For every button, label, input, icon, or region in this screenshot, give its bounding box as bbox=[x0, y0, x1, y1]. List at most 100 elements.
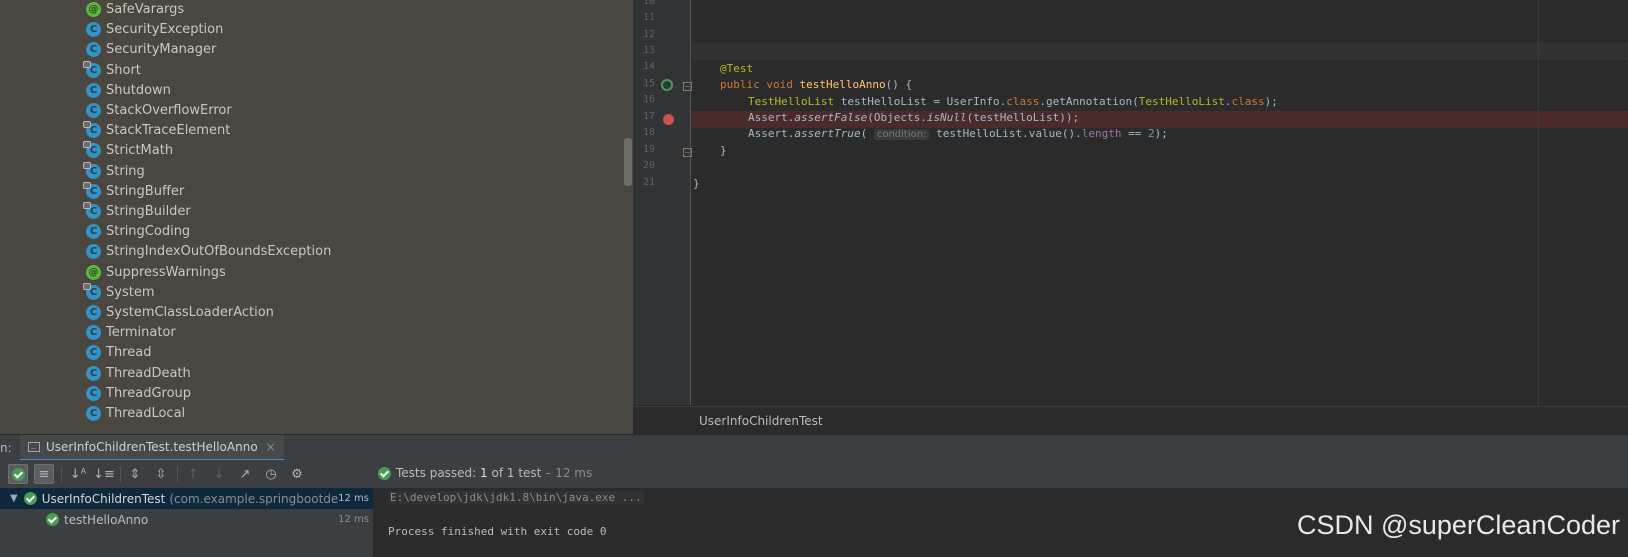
right-margin-guide bbox=[1538, 0, 1539, 410]
lock-icon bbox=[83, 282, 91, 290]
class-icon: C bbox=[83, 181, 101, 199]
fold-icon[interactable]: − bbox=[683, 148, 692, 157]
settings-button[interactable]: ⚙ bbox=[287, 464, 307, 484]
class-icon: C bbox=[86, 244, 101, 260]
show-ignored-button[interactable]: ≡ bbox=[34, 464, 54, 484]
parameter-hint: condition: bbox=[873, 129, 930, 140]
run-config-tab[interactable]: UserInfoChildrenTest.testHelloAnno × bbox=[20, 435, 284, 461]
tree-item[interactable]: C System bbox=[83, 282, 155, 303]
tree-item[interactable]: C StringCoding bbox=[86, 221, 190, 242]
test-suite-row[interactable]: ▼ UserInfoChildrenTest (com.example.spri… bbox=[0, 488, 373, 509]
check-icon bbox=[11, 467, 25, 481]
tree-item[interactable]: C StackTraceElement bbox=[83, 120, 231, 141]
tree-item[interactable]: C Short bbox=[83, 60, 141, 81]
test-suite-label: UserInfoChildrenTest bbox=[41, 491, 166, 506]
next-failed-button[interactable]: ↓ bbox=[209, 464, 229, 484]
tree-item-label: ThreadGroup bbox=[106, 385, 192, 401]
line-number: 19 bbox=[642, 144, 655, 155]
close-icon[interactable]: × bbox=[266, 440, 276, 454]
class-icon: C bbox=[83, 161, 101, 179]
tree-item[interactable]: C SecurityException bbox=[86, 19, 223, 40]
line-number: 17 bbox=[642, 111, 655, 122]
gear-icon: ⚙ bbox=[291, 466, 303, 482]
breadcrumb-class[interactable]: UserInfoChildrenTest bbox=[699, 414, 823, 428]
collapse-all-button[interactable]: ⇳ bbox=[151, 464, 171, 484]
expand-triangle-icon[interactable]: ▼ bbox=[10, 493, 18, 504]
tree-item[interactable]: C StackOverflowError bbox=[86, 100, 232, 121]
tree-item[interactable]: C ThreadLocal bbox=[86, 403, 185, 424]
arrow-up-icon: ↑ bbox=[187, 466, 199, 482]
line-number: 15 bbox=[642, 78, 655, 89]
breakpoint-icon[interactable] bbox=[663, 114, 674, 125]
expand-all-button[interactable]: ⇕ bbox=[125, 464, 145, 484]
tree-item[interactable]: @ SafeVarargs bbox=[86, 0, 184, 20]
fold-icon[interactable]: − bbox=[683, 82, 692, 91]
tests-total: of 1 test bbox=[491, 466, 542, 480]
tree-item[interactable]: @ SuppressWarnings bbox=[86, 262, 226, 283]
tests-status: Tests passed: 1 of 1 test – 12 ms bbox=[378, 466, 592, 480]
tree-item[interactable]: C ThreadGroup bbox=[86, 383, 191, 404]
test-suite-package: (com.example.springbootde bbox=[169, 491, 339, 506]
tree-item-label: System bbox=[106, 284, 155, 300]
tree-item[interactable]: C StringBuffer bbox=[83, 181, 185, 202]
code-line-19: } bbox=[720, 144, 727, 157]
export-results-button[interactable]: ↗ bbox=[235, 464, 255, 484]
clock-icon: ◷ bbox=[265, 466, 277, 482]
tree-item-label: StringBuffer bbox=[106, 183, 185, 199]
class-icon: C bbox=[86, 385, 101, 401]
tree-item-label: StackOverflowError bbox=[106, 103, 232, 118]
class-icon: C bbox=[86, 406, 101, 421]
run-tab-label: UserInfoChildrenTest.testHelloAnno bbox=[46, 440, 258, 454]
collapse-all-icon: ⇳ bbox=[155, 466, 167, 482]
tree-item-label: SystemClassLoaderAction bbox=[106, 305, 274, 320]
test-case-label: testHelloAnno bbox=[64, 512, 149, 527]
editor-gutter[interactable]: 10 11 12 13 14 15 16 17 18 19 20 21 − − bbox=[633, 0, 692, 405]
class-icon: C bbox=[86, 82, 101, 98]
annotation-icon: @ bbox=[86, 264, 101, 280]
run-test-icon[interactable] bbox=[661, 79, 673, 91]
tree-item[interactable]: C String bbox=[83, 161, 145, 182]
tree-item-label: StringIndexOutOfBoundsException bbox=[106, 244, 332, 260]
run-tab-bar: n: UserInfoChildrenTest.testHelloAnno × bbox=[0, 434, 1628, 462]
project-tree-scrollbar[interactable] bbox=[624, 138, 632, 186]
lock-icon bbox=[83, 121, 91, 129]
line-number: 18 bbox=[642, 127, 655, 138]
tree-item[interactable]: C Terminator bbox=[86, 322, 176, 343]
class-icon: C bbox=[86, 224, 101, 240]
code-line-18: Assert.assertTrue( condition: testHelloL… bbox=[748, 127, 1168, 140]
tree-item[interactable]: C Shutdown bbox=[86, 80, 171, 101]
code-editor[interactable]: 10 11 12 13 14 15 16 17 18 19 20 21 − − … bbox=[633, 0, 1628, 434]
tree-item[interactable]: C SecurityManager bbox=[86, 39, 216, 60]
tree-item[interactable]: C SystemClassLoaderAction bbox=[86, 302, 274, 323]
code-line-16: TestHelloList testHelloList = UserInfo.c… bbox=[748, 95, 1278, 108]
tests-duration: – 12 ms bbox=[545, 466, 593, 480]
tree-item-label: StackTraceElement bbox=[106, 123, 231, 139]
tree-item-label: Thread bbox=[106, 345, 152, 361]
show-passed-button[interactable] bbox=[8, 464, 28, 484]
class-icon: C bbox=[86, 345, 101, 361]
editor-breadcrumb: UserInfoChildrenTest bbox=[633, 406, 1628, 434]
console-exit-line: Process finished with exit code 0 bbox=[388, 525, 607, 538]
tree-item-label: Terminator bbox=[106, 325, 176, 341]
previous-failed-button[interactable]: ↑ bbox=[183, 464, 203, 484]
test-case-row[interactable]: testHelloAnno 12 ms bbox=[0, 509, 373, 530]
test-history-button[interactable]: ◷ bbox=[261, 464, 281, 484]
lock-icon bbox=[83, 60, 91, 68]
tests-passed-label: Tests passed: bbox=[396, 466, 477, 480]
tree-item-label: Short bbox=[106, 62, 141, 78]
tree-item[interactable]: C StrictMath bbox=[83, 140, 174, 161]
sort-by-duration-button[interactable]: ↓≡ bbox=[93, 464, 115, 484]
console-command-line[interactable]: E:\develop\jdk\jdk1.8\bin\java.exe ... bbox=[388, 491, 644, 504]
tree-item[interactable]: C StringBuilder bbox=[83, 201, 191, 222]
sort-alphabetically-button[interactable]: ↓ᴬ bbox=[68, 464, 88, 484]
tree-item-label: Shutdown bbox=[106, 82, 171, 98]
tree-item[interactable]: C StringIndexOutOfBoundsException bbox=[86, 241, 331, 262]
tree-item[interactable]: C ThreadDeath bbox=[86, 363, 191, 384]
annotation-icon: @ bbox=[86, 2, 101, 17]
tree-item[interactable]: C Thread bbox=[86, 342, 151, 363]
check-icon bbox=[46, 513, 59, 526]
export-icon: ↗ bbox=[239, 466, 251, 482]
lock-icon bbox=[83, 141, 91, 149]
line-number: 12 bbox=[642, 29, 655, 40]
tree-item-label: StrictMath bbox=[106, 143, 174, 159]
